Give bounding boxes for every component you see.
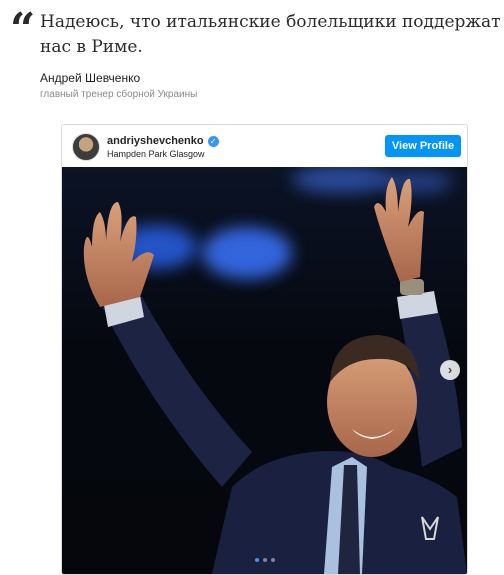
avatar[interactable] [72, 133, 100, 161]
photo-illustration [83, 167, 467, 574]
wristwatch [400, 279, 424, 295]
quote-line-2: нас в Риме. [40, 37, 143, 57]
carousel-dot[interactable] [271, 558, 275, 562]
username-link[interactable]: andriyshevchenko [107, 135, 204, 147]
carousel-dot[interactable] [255, 558, 259, 562]
stadium-light [202, 227, 292, 279]
quote-icon: “ [10, 4, 36, 55]
left-hand [83, 202, 154, 307]
author-role: главный тренер сборной Украины [40, 89, 198, 100]
post-photo[interactable]: › [62, 167, 467, 574]
view-profile-button[interactable]: View Profile [385, 135, 461, 157]
embed-header: andriyshevchenko ✓ Hampden Park Glasgow … [62, 125, 467, 167]
instagram-embed: andriyshevchenko ✓ Hampden Park Glasgow … [61, 124, 468, 575]
quote-line-1: Надеюсь, что итальянские болельщики подд… [40, 12, 501, 32]
author-name: Андрей Шевченко [40, 71, 141, 85]
next-slide-arrow-icon[interactable]: › [440, 360, 460, 380]
location-link[interactable]: Hampden Park Glasgow [107, 149, 205, 159]
verified-icon: ✓ [207, 135, 219, 147]
carousel-dots [255, 558, 275, 562]
quote-text: Надеюсь, что итальянские болельщики подд… [40, 10, 504, 60]
left-arm [102, 297, 252, 487]
username-row: andriyshevchenko ✓ [107, 135, 219, 147]
carousel-dot[interactable] [263, 558, 267, 562]
stadium-light [292, 167, 392, 193]
